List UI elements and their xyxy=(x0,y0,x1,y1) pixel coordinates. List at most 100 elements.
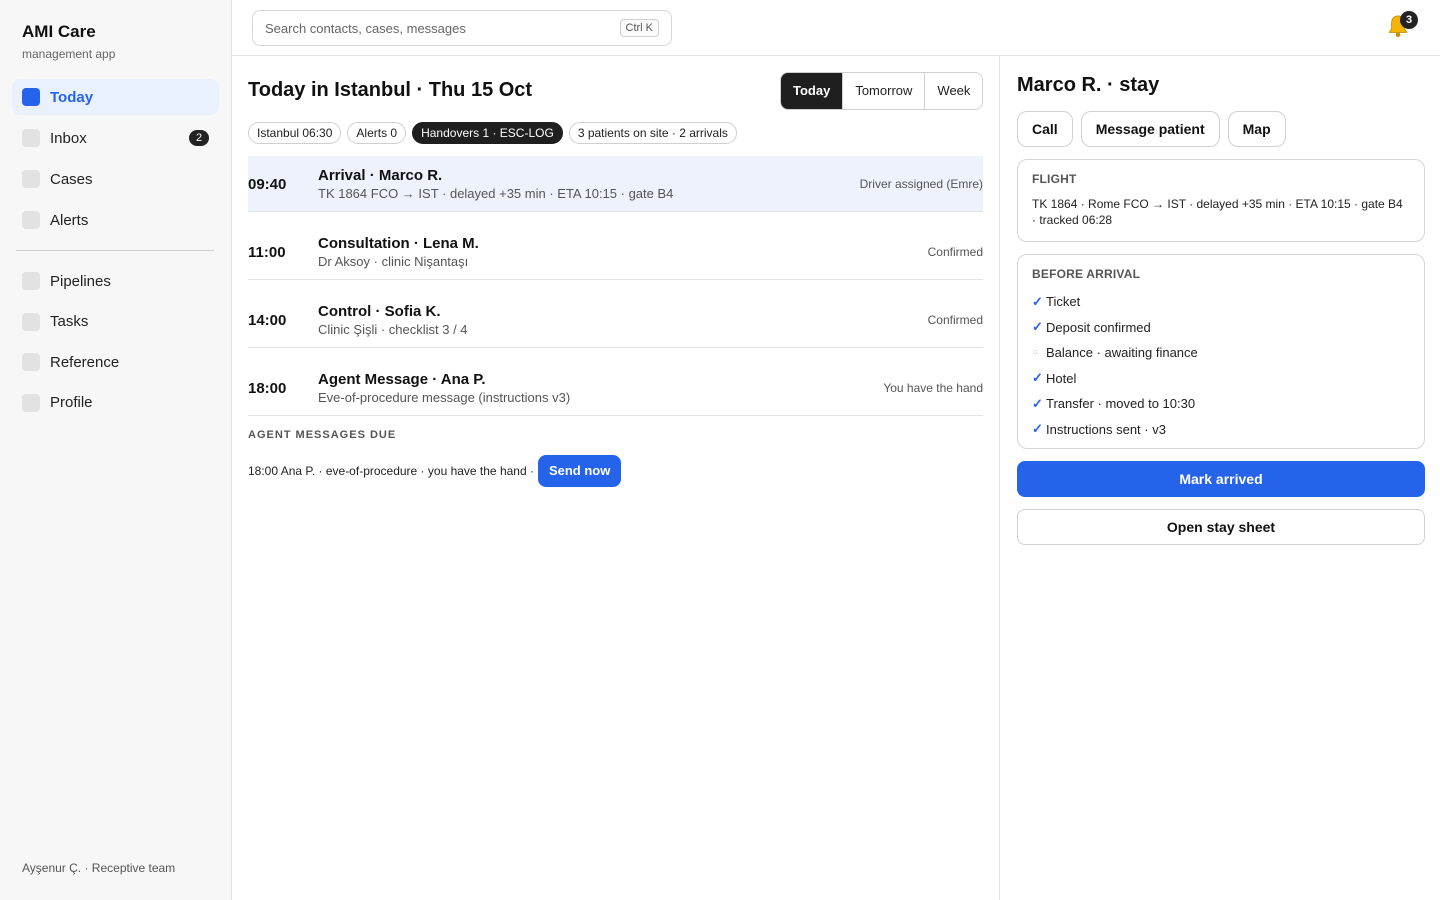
agent-message-due-text: 18:00 Ana P. · eve-of-procedure · you ha… xyxy=(248,464,534,478)
open-stay-sheet-button[interactable]: Open stay sheet xyxy=(1017,509,1425,545)
checkmark-icon: ✓ xyxy=(1032,319,1043,335)
sidebar-item-cases[interactable]: Cases xyxy=(12,161,219,197)
mark-arrived-button[interactable]: Mark arrived xyxy=(1017,461,1425,497)
schedule-list: 09:40 Arrival · Marco R. TK 1864 FCO → I… xyxy=(248,156,983,428)
range-tabs: Today Tomorrow Week xyxy=(780,72,984,110)
row-status: Confirmed xyxy=(927,313,983,327)
checklist-item-label: Transfer · moved to 10:30 xyxy=(1046,396,1196,412)
row-details: Clinic Şişli · checklist 3 / 4 xyxy=(318,322,468,337)
stay-detail-panel: Marco R. · stay Call Message patient Map… xyxy=(999,56,1440,900)
flight-heading: FLIGHT xyxy=(1032,172,1077,186)
flight-card: FLIGHT TK 1864 · Rome FCO → IST · delaye… xyxy=(1017,159,1425,242)
sidebar-item-inbox[interactable]: Inbox 2 xyxy=(12,120,219,156)
inbox-icon xyxy=(22,129,40,147)
checklist-item[interactable]: ✓ Deposit confirmed xyxy=(1032,315,1410,341)
sidebar-item-label: Inbox xyxy=(50,129,87,147)
checkmark-icon: ✓ xyxy=(1032,421,1043,437)
checkmark-icon: ✓ xyxy=(1032,370,1043,386)
search-box[interactable]: Ctrl K xyxy=(252,10,672,46)
sidebar-nav: Today Inbox 2 Cases Alerts Pipelines Tas… xyxy=(12,79,219,425)
schedule-row[interactable]: 14:00 Control · Sofia K. Clinic Şişli · … xyxy=(248,292,983,348)
row-details: Eve-of-procedure message (instructions v… xyxy=(318,390,571,405)
checklist-item-label: Ticket xyxy=(1046,294,1081,310)
checklist-item-label: Balance · awaiting finance xyxy=(1046,345,1198,361)
profile-icon xyxy=(22,393,40,412)
sidebar-item-profile[interactable]: Profile xyxy=(12,385,219,421)
panel-title: Marco R. · stay xyxy=(1017,74,1160,96)
search-shortcut: Ctrl K xyxy=(619,19,659,37)
row-status: Driver assigned (Emre) xyxy=(859,177,983,191)
row-title: Control · Sofia K. xyxy=(318,303,441,320)
flight-details: TK 1864 · Rome FCO → IST · delayed +35 m… xyxy=(1032,197,1403,227)
row-time: 14:00 xyxy=(248,312,287,329)
sidebar-item-reference[interactable]: Reference xyxy=(12,344,219,380)
main-content: Today in Istanbul · Thu 15 Oct Today Tom… xyxy=(232,56,999,900)
row-details: TK 1864 FCO → IST · delayed +35 min · ET… xyxy=(318,186,674,201)
checklist-item[interactable]: ✓ Hotel xyxy=(1032,366,1410,392)
open-circle-icon: ○ xyxy=(1032,347,1039,359)
agent-messages-due-heading: AGENT MESSAGES DUE xyxy=(248,429,397,441)
sidebar: AMI Care management app Today Inbox 2 Ca… xyxy=(0,0,232,900)
before-arrival-heading: BEFORE ARRIVAL xyxy=(1032,267,1141,281)
checkmark-icon: ✓ xyxy=(1032,293,1043,309)
checklist-item-label: Instructions sent · v3 xyxy=(1046,421,1166,437)
sidebar-item-pipelines[interactable]: Pipelines xyxy=(12,263,219,299)
alerts-icon xyxy=(22,211,40,229)
row-time: 18:00 xyxy=(248,380,287,397)
sidebar-item-label: Alerts xyxy=(50,211,89,229)
sidebar-item-label: Reference xyxy=(50,353,120,371)
row-status: You have the hand xyxy=(883,381,983,395)
row-status: Confirmed xyxy=(927,245,983,259)
agent-message-due-item: 18:00 Ana P. · eve-of-procedure · you ha… xyxy=(248,455,622,487)
pill-patients-on-site[interactable]: 3 patients on site · 2 arrivals xyxy=(568,122,737,144)
call-button[interactable]: Call xyxy=(1017,111,1073,147)
sidebar-item-tasks[interactable]: Tasks xyxy=(12,304,219,340)
pill-alerts[interactable]: Alerts 0 xyxy=(347,122,407,144)
checklist-item[interactable]: ○ Balance · awaiting finance xyxy=(1032,340,1410,366)
sidebar-item-label: Today xyxy=(50,88,94,106)
checkmark-icon: ✓ xyxy=(1032,395,1043,411)
sidebar-item-label: Pipelines xyxy=(50,272,111,290)
brand: AMI Care management app xyxy=(22,22,115,61)
pill-handovers[interactable]: Handovers 1 · ESC-LOG xyxy=(412,122,563,144)
sidebar-item-label: Profile xyxy=(50,394,93,411)
search-input[interactable] xyxy=(265,20,620,36)
current-user: Ayşenur Ç. · Receptive team xyxy=(22,861,176,875)
pill-local-time[interactable]: Istanbul 06:30 xyxy=(248,122,342,144)
app-title: AMI Care xyxy=(22,22,96,41)
row-time: 09:40 xyxy=(248,176,287,193)
page-title: Today in Istanbul · Thu 15 Oct xyxy=(248,79,533,101)
sidebar-item-label: Cases xyxy=(50,170,93,188)
reference-icon xyxy=(22,353,40,371)
checklist-item[interactable]: ✓ Transfer · moved to 10:30 xyxy=(1032,391,1410,417)
sidebar-item-today[interactable]: Today xyxy=(12,79,219,115)
pipelines-icon xyxy=(22,272,40,290)
checklist-item-label: Deposit confirmed xyxy=(1046,319,1151,335)
schedule-row[interactable]: 11:00 Consultation · Lena M. Dr Aksoy · … xyxy=(248,224,983,280)
row-time: 11:00 xyxy=(248,244,286,261)
before-arrival-card: BEFORE ARRIVAL ✓ Ticket ✓ Deposit confir… xyxy=(1017,254,1425,449)
checklist: ✓ Ticket ✓ Deposit confirmed ○ Balance ·… xyxy=(1032,289,1410,442)
schedule-row[interactable]: 18:00 Agent Message · Ana P. Eve-of-proc… xyxy=(248,360,983,416)
notifications-button[interactable]: 3 xyxy=(1387,11,1418,40)
inbox-count-badge: 2 xyxy=(189,130,209,146)
today-icon xyxy=(22,88,40,106)
map-button[interactable]: Map xyxy=(1227,111,1286,147)
cases-icon xyxy=(22,170,40,188)
tab-today[interactable]: Today xyxy=(781,73,844,109)
top-bar: Ctrl K 3 xyxy=(232,0,1440,56)
tab-tomorrow[interactable]: Tomorrow xyxy=(843,73,926,109)
app-subtitle: management app xyxy=(22,47,116,61)
notification-count-badge: 3 xyxy=(1400,11,1418,29)
checklist-item[interactable]: ✓ Ticket xyxy=(1032,289,1410,315)
row-title: Consultation · Lena M. xyxy=(318,235,479,252)
row-details: Dr Aksoy · clinic Nişantaşı xyxy=(318,254,469,269)
message-patient-button[interactable]: Message patient xyxy=(1080,111,1220,147)
sidebar-item-label: Tasks xyxy=(50,313,89,330)
sidebar-item-alerts[interactable]: Alerts xyxy=(12,202,219,238)
schedule-row[interactable]: 09:40 Arrival · Marco R. TK 1864 FCO → I… xyxy=(248,156,983,212)
send-now-button[interactable]: Send now xyxy=(537,455,622,487)
checklist-item[interactable]: ✓ Instructions sent · v3 xyxy=(1032,417,1410,443)
tab-week[interactable]: Week xyxy=(925,73,983,109)
sidebar-divider xyxy=(16,250,214,251)
